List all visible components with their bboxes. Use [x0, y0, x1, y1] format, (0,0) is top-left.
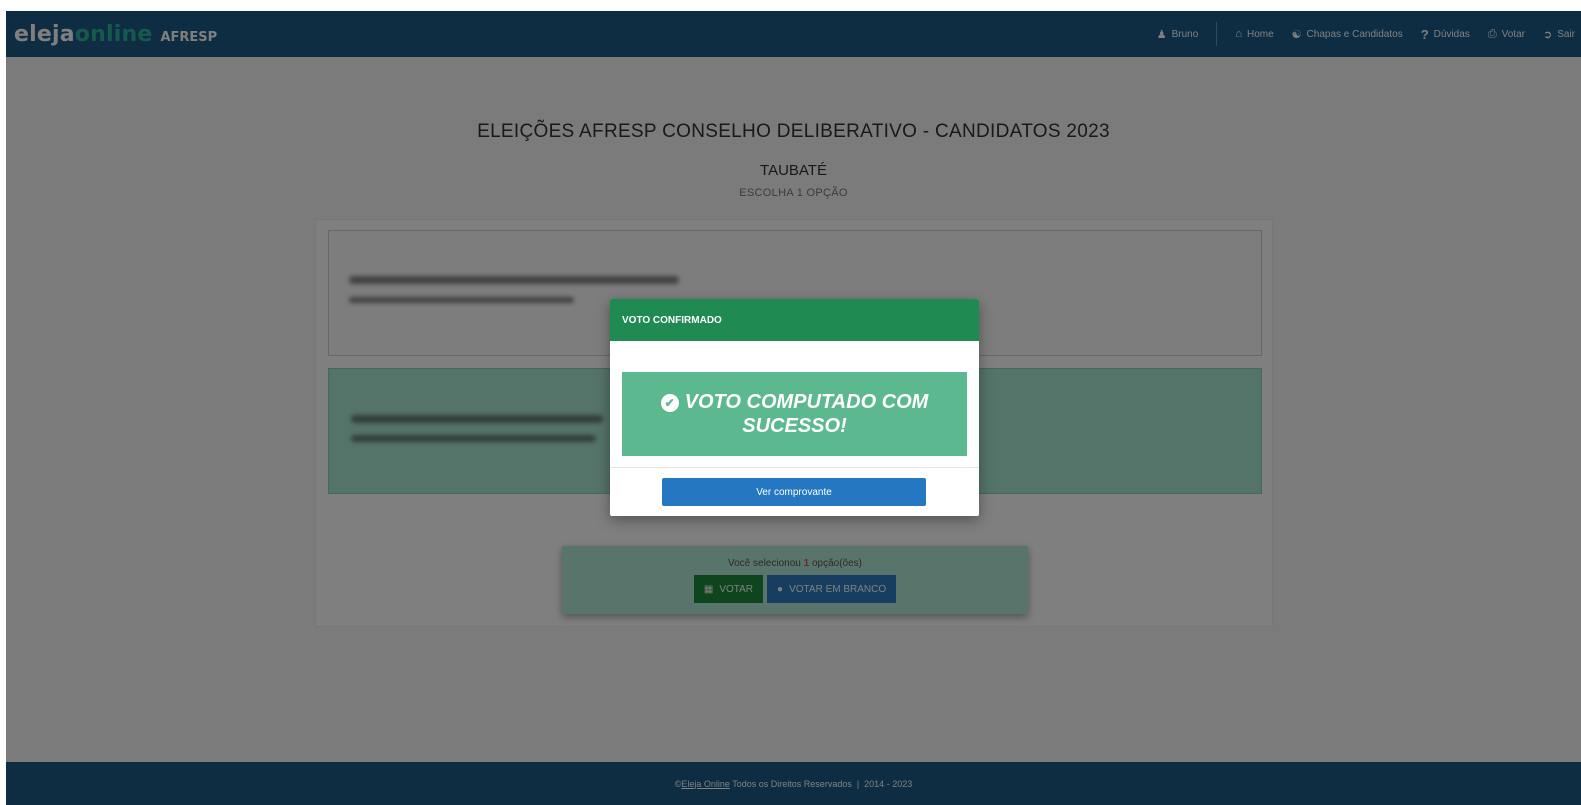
success-alert: ✔ VOTO COMPUTADO COM SUCESSO!	[622, 372, 967, 456]
modal-header: VOTO CONFIRMADO	[610, 299, 979, 341]
modal-divider	[610, 467, 979, 468]
view-receipt-button[interactable]: Ver comprovante	[662, 478, 926, 506]
check-circle-icon: ✔	[660, 394, 679, 412]
page: elejaonline AFRESP ♟ Bruno ⌂ Home ☯ Chap…	[6, 11, 1581, 805]
success-message: VOTO COMPUTADO COM SUCESSO!	[684, 391, 929, 437]
confirmation-modal: VOTO CONFIRMADO ✔ VOTO COMPUTADO COM SUCE…	[610, 299, 979, 516]
